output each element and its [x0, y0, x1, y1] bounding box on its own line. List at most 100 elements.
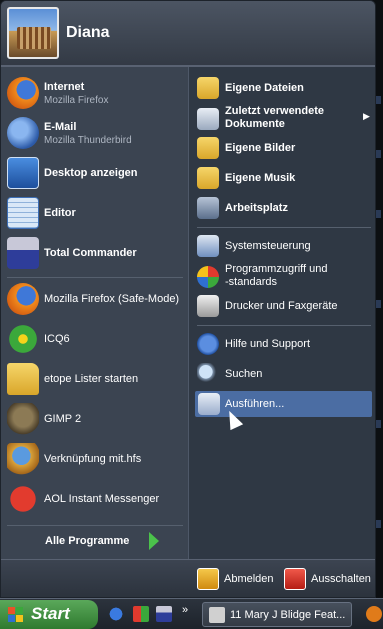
place-systemsteuerung-label: Systemsteuerung [225, 240, 311, 252]
pinned-email-label: E-Mail [44, 121, 77, 133]
place-eigene-musik[interactable]: Eigene Musik [197, 167, 371, 189]
recent-firefox-safe-mode-label: Mozilla Firefox (Safe-Mode) [44, 293, 180, 305]
place-programmzugriff[interactable]: Programmzugriff und -standards [197, 263, 371, 291]
place-hilfe-label: Hilfe und Support [225, 338, 310, 350]
place-zuletzt-verwendete-dokumente[interactable]: Zuletzt verwendete Dokumente ▶ [197, 105, 371, 133]
recent-aol-instant-messenger-label: AOL Instant Messenger [44, 493, 160, 505]
place-programmzugriff-label-line1: Programmzugriff und [225, 263, 328, 275]
recent-total-commander[interactable]: Total Commander [7, 237, 183, 271]
recent-firefox-safe-mode[interactable]: Mozilla Firefox (Safe-Mode) [7, 283, 183, 317]
all-programs-arrow-icon [149, 532, 159, 550]
windows-flag-icon [8, 607, 24, 623]
taskbar: Start » 11 Mary J Blidge Feat... [0, 598, 383, 629]
gimp-icon [7, 403, 39, 435]
place-programmzugriff-label-line2: -standards [225, 276, 277, 288]
quick-launch-chevron-icon[interactable]: » [182, 604, 188, 616]
thunderbird-icon [7, 117, 39, 149]
place-suchen-label: Suchen [225, 368, 263, 380]
recent-documents-icon [197, 108, 219, 130]
recent-gimp2-label: GIMP 2 [44, 413, 82, 425]
recent-aol-instant-messenger[interactable]: AOL Instant Messenger [7, 483, 183, 517]
floppy-disk-icon [7, 237, 39, 269]
recent-desktop-anzeigen-label: Desktop anzeigen [44, 167, 138, 179]
recent-gimp2[interactable]: GIMP 2 [7, 403, 183, 437]
shutdown-button[interactable]: Ausschalten [284, 568, 374, 592]
pane-separator [197, 227, 371, 228]
pinned-email[interactable]: E-Mail Mozilla Thunderbird [7, 117, 183, 151]
taskbar-button-media[interactable]: 11 Mary J Blidge Feat... [202, 602, 352, 627]
place-systemsteuerung[interactable]: Systemsteuerung [197, 235, 371, 257]
pane-separator [7, 277, 183, 278]
skull-player-icon [209, 607, 225, 623]
place-eigene-bilder-label: Eigene Bilder [225, 142, 296, 154]
place-zuletzt-label-line1: Zuletzt verwendete [225, 105, 325, 117]
pinned-internet-sublabel: Mozilla Firefox [44, 95, 109, 106]
folder-arrow-icon [7, 363, 39, 395]
tray-app-icon[interactable] [366, 606, 382, 622]
place-zuletzt-label-line2: Dokumente [225, 118, 285, 130]
pinned-internet[interactable]: Internet Mozilla Firefox [7, 77, 183, 111]
start-menu-footer: Abmelden Ausschalten [1, 559, 375, 597]
show-desktop-icon [7, 157, 39, 189]
start-label: Start [31, 604, 70, 623]
recent-verknuepfung-hfs-label: Verknüpfung mit.hfs [44, 453, 142, 465]
shutdown-label: Ausschalten [311, 573, 371, 585]
place-hilfe-und-support[interactable]: Hilfe und Support [197, 333, 371, 355]
hfs-server-icon [7, 443, 39, 475]
recent-etope-lister[interactable]: etope Lister starten [7, 363, 183, 397]
my-pictures-folder-icon [197, 137, 219, 159]
help-icon [197, 333, 219, 355]
place-arbeitsplatz[interactable]: Arbeitsplatz [197, 197, 371, 219]
user-name: Diana [66, 24, 110, 41]
my-computer-icon [197, 197, 219, 219]
pane-separator [7, 525, 183, 526]
logoff-button[interactable]: Abmelden [197, 568, 274, 592]
programs-pane: Internet Mozilla Firefox E-Mail Mozilla … [1, 67, 188, 559]
printer-icon [197, 295, 219, 317]
logoff-label: Abmelden [224, 573, 274, 585]
media-player-icon[interactable] [133, 606, 149, 622]
pane-separator [197, 325, 371, 326]
user-avatar[interactable] [7, 7, 59, 59]
icq-flower-icon [7, 323, 39, 355]
all-programs-button[interactable]: Alle Programme [45, 535, 129, 547]
recent-icq6[interactable]: ICQ6 [7, 323, 183, 357]
my-music-folder-icon [197, 167, 219, 189]
recent-verknuepfung-hfs[interactable]: Verknüpfung mit.hfs [7, 443, 183, 477]
place-suchen[interactable]: Suchen [197, 363, 371, 385]
place-drucker-label: Drucker und Faxgeräte [225, 300, 338, 312]
power-icon [284, 568, 306, 590]
program-access-icon [197, 266, 219, 288]
notepad-icon [7, 197, 39, 229]
recent-editor-label: Editor [44, 207, 76, 219]
total-commander-quicklaunch-icon[interactable] [156, 606, 172, 622]
start-button[interactable]: Start [0, 600, 98, 629]
control-panel-icon [197, 235, 219, 257]
internet-explorer-icon[interactable] [108, 606, 124, 622]
recent-etope-lister-label: etope Lister starten [44, 373, 139, 385]
place-eigene-dateien[interactable]: Eigene Dateien [197, 77, 371, 99]
deck-chair-picture [17, 27, 51, 49]
pinned-email-sublabel: Mozilla Thunderbird [44, 135, 132, 146]
recent-desktop-anzeigen[interactable]: Desktop anzeigen [7, 157, 183, 191]
place-drucker-und-faxgeraete[interactable]: Drucker und Faxgeräte [197, 295, 371, 317]
firefox-icon [7, 283, 39, 315]
start-menu: Diana Internet Mozilla Firefox E-Mail Mo… [0, 0, 376, 598]
my-documents-folder-icon [197, 77, 219, 99]
aim-icon [7, 483, 39, 515]
recent-icq6-label: ICQ6 [44, 333, 70, 345]
run-dialog-icon [198, 393, 220, 415]
recent-editor[interactable]: Editor [7, 197, 183, 231]
place-arbeitsplatz-label: Arbeitsplatz [225, 202, 288, 214]
firefox-icon [7, 77, 39, 109]
search-icon [197, 363, 219, 385]
pinned-internet-label: Internet [44, 81, 85, 93]
place-eigene-dateien-label: Eigene Dateien [225, 82, 304, 94]
key-icon [197, 568, 219, 590]
submenu-arrow-icon: ▶ [363, 111, 370, 121]
start-menu-header: Diana [1, 1, 375, 67]
place-eigene-bilder[interactable]: Eigene Bilder [197, 137, 371, 159]
taskbar-button-label: 11 Mary J Blidge Feat... [230, 609, 346, 621]
place-eigene-musik-label: Eigene Musik [225, 172, 296, 184]
places-pane: Eigene Dateien Zuletzt verwendete Dokume… [188, 67, 375, 559]
